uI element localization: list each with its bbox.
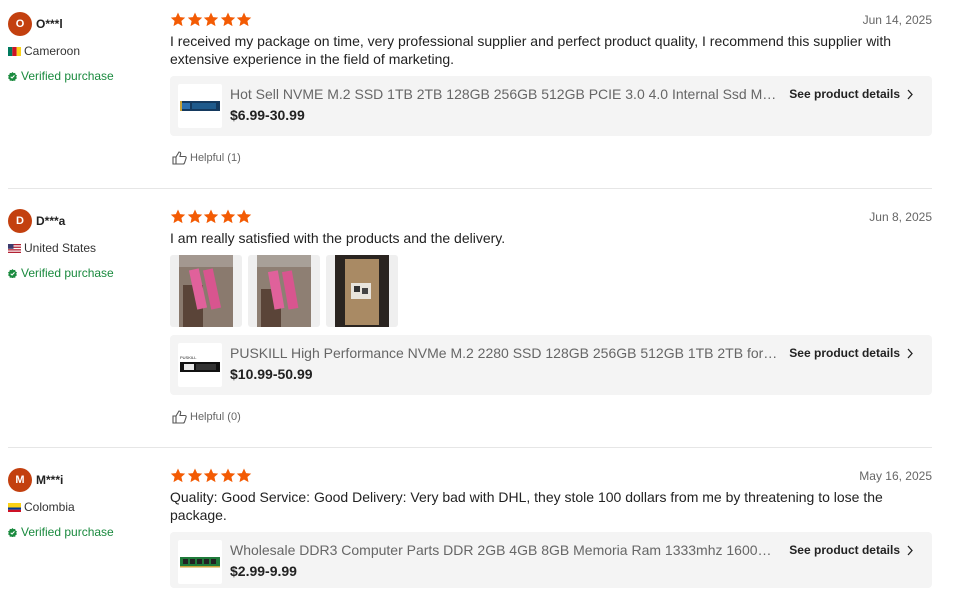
verified-check-icon (8, 71, 17, 81)
star-rating (170, 12, 253, 28)
cameroon-flag-icon (8, 46, 21, 56)
product-card[interactable]: PUSKILL PUSKILL High Performance NVMe M.… (170, 335, 932, 395)
product-title[interactable]: PUSKILL High Performance NVMe M.2 2280 S… (230, 345, 778, 361)
review-text: I am really satisfied with the products … (170, 230, 506, 246)
product-thumbnail[interactable]: PUSKILL (178, 343, 222, 387)
star-icon (187, 209, 202, 224)
chevron-right-icon (907, 89, 913, 99)
review-item: D D***a United States Verified purchase … (0, 209, 959, 447)
star-icon (220, 468, 235, 483)
star-rating (170, 468, 253, 484)
star-icon (236, 12, 252, 27)
product-price: $10.99-50.99 (230, 366, 313, 382)
review-photo[interactable] (248, 255, 320, 327)
helpful-button[interactable]: Helpful (0) (172, 410, 241, 424)
verified-label: Verified purchase (21, 525, 114, 539)
star-icon (187, 468, 202, 483)
review-photo[interactable] (326, 255, 398, 327)
star-icon (236, 468, 252, 483)
see-details-label: See product details (789, 543, 900, 557)
verified-badge: Verified purchase (8, 69, 114, 83)
star-icon (170, 12, 186, 27)
product-thumbnail[interactable] (178, 540, 222, 584)
star-icon (170, 468, 186, 483)
verified-badge: Verified purchase (8, 525, 114, 539)
avatar: O (8, 12, 32, 36)
ssd-product-image (180, 101, 220, 111)
review-photos (170, 255, 404, 327)
reviewer-name: O***l (36, 17, 63, 31)
package-photo-image (335, 255, 389, 327)
product-thumbnail[interactable] (178, 84, 222, 128)
chevron-right-icon (907, 545, 913, 555)
verified-badge: Verified purchase (8, 266, 114, 280)
chevron-right-icon (907, 348, 913, 358)
review-text: I received my package on time, very prof… (170, 33, 892, 67)
star-icon (203, 468, 219, 483)
reviews-list: O O***l Cameroon Verified purchase Jun 1… (0, 0, 959, 602)
thumbs-up-icon (172, 410, 187, 424)
helpful-button[interactable]: Helpful (1) (172, 151, 241, 165)
star-icon (203, 12, 219, 27)
review-item: O O***l Cameroon Verified purchase Jun 1… (0, 12, 959, 188)
star-icon (203, 209, 219, 224)
ssd-photo-image (257, 255, 311, 327)
star-icon (236, 209, 252, 224)
review-item: M M***i Colombia Verified purchase May 1… (0, 468, 959, 602)
review-photo[interactable] (170, 255, 242, 327)
see-details-label: See product details (789, 87, 900, 101)
reviewer-country: Colombia (8, 500, 75, 514)
see-product-details-link[interactable]: See product details (789, 543, 914, 557)
avatar: D (8, 209, 32, 233)
verified-check-icon (8, 268, 17, 278)
product-title[interactable]: Wholesale DDR3 Computer Parts DDR 2GB 4G… (230, 542, 778, 558)
country-label: Cameroon (24, 44, 81, 58)
reviewer-name: M***i (36, 473, 64, 487)
see-product-details-link[interactable]: See product details (789, 346, 914, 360)
reviewer-name: D***a (36, 214, 66, 228)
thumbs-up-icon (172, 151, 187, 165)
star-rating (170, 209, 253, 225)
reviewer-country: United States (8, 241, 96, 255)
helpful-label: Helpful (1) (190, 152, 241, 164)
svg-text:PUSKILL: PUSKILL (180, 355, 197, 360)
review-divider (8, 447, 932, 448)
reviewer-country: Cameroon (8, 44, 80, 58)
colombia-flag-icon (8, 502, 21, 512)
star-icon (220, 209, 235, 224)
see-details-label: See product details (789, 346, 900, 360)
ssd-photo-image (179, 255, 233, 327)
ssd-product-image: PUSKILL (180, 355, 220, 372)
country-label: United States (24, 241, 97, 255)
review-date: Jun 8, 2025 (869, 210, 932, 224)
country-label: Colombia (24, 500, 75, 514)
see-product-details-link[interactable]: See product details (789, 87, 914, 101)
avatar: M (8, 468, 32, 492)
ram-product-image (180, 557, 220, 568)
review-date: May 16, 2025 (859, 469, 932, 483)
review-text: Quality: Good Service: Good Delivery: Ve… (170, 489, 883, 523)
united-states-flag-icon (8, 243, 21, 253)
product-price: $2.99-9.99 (230, 563, 297, 579)
star-icon (220, 12, 235, 27)
star-icon (187, 12, 202, 27)
product-title[interactable]: Hot Sell NVME M.2 SSD 1TB 2TB 128GB 256G… (230, 86, 778, 102)
helpful-label: Helpful (0) (190, 411, 241, 423)
product-card[interactable]: Hot Sell NVME M.2 SSD 1TB 2TB 128GB 256G… (170, 76, 932, 136)
product-card[interactable]: Wholesale DDR3 Computer Parts DDR 2GB 4G… (170, 532, 932, 588)
product-price: $6.99-30.99 (230, 107, 305, 123)
verified-label: Verified purchase (21, 69, 114, 83)
verified-check-icon (8, 527, 17, 537)
star-icon (170, 209, 186, 224)
verified-label: Verified purchase (21, 266, 114, 280)
review-date: Jun 14, 2025 (862, 13, 932, 27)
review-divider (8, 188, 932, 189)
